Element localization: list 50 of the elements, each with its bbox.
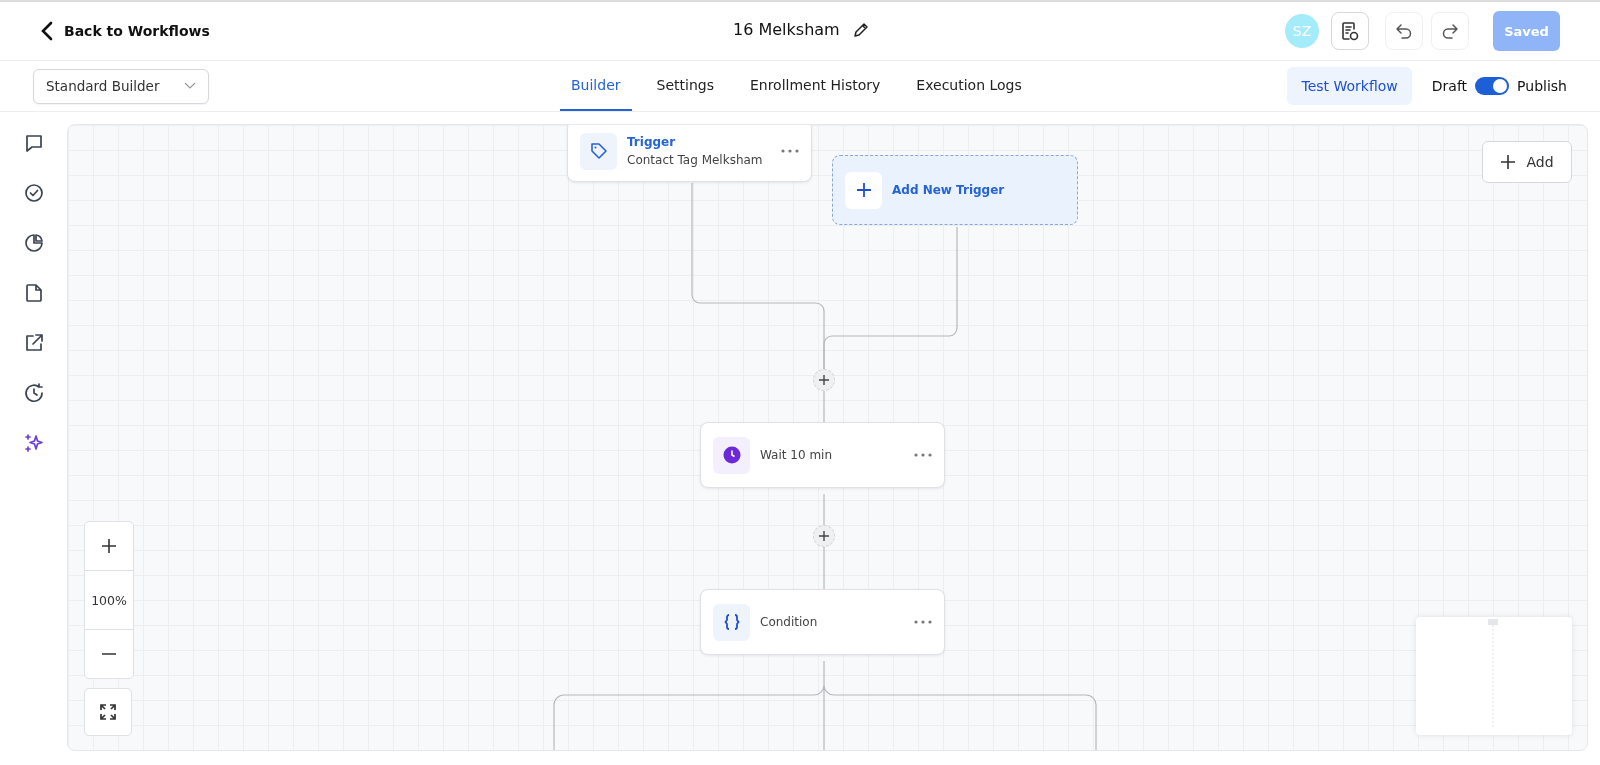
publish-label: Publish <box>1517 78 1567 94</box>
add-button[interactable]: Add <box>1482 141 1572 183</box>
connector-line <box>823 390 825 423</box>
pie-chart-icon[interactable] <box>22 232 45 254</box>
plus-icon <box>101 538 117 554</box>
fit-view-button[interactable] <box>84 688 132 736</box>
test-workflow-button[interactable]: Test Workflow <box>1287 67 1412 105</box>
more-icon[interactable] <box>781 149 799 153</box>
back-button[interactable]: Back to Workflows <box>40 21 210 41</box>
publish-toggle[interactable] <box>1475 77 1510 95</box>
expand-icon <box>98 702 118 722</box>
plus-icon <box>818 530 830 542</box>
redo-button[interactable] <box>1431 12 1469 50</box>
condition-card[interactable]: Condition <box>700 589 945 655</box>
node-title: Wait 10 min <box>760 448 834 462</box>
document-button[interactable] <box>1331 12 1369 50</box>
redo-icon <box>1440 21 1460 41</box>
tab[interactable]: Settings <box>645 61 725 111</box>
more-icon[interactable] <box>914 453 932 457</box>
plus-icon <box>855 182 872 198</box>
trigger-card[interactable]: Trigger Contact Tag Melksham <box>567 125 812 182</box>
zoom-level: 100% <box>85 570 133 630</box>
tag-icon <box>580 132 617 170</box>
add-step-button[interactable] <box>813 525 835 547</box>
wait-card[interactable]: Wait 10 min <box>700 422 945 488</box>
plus-icon <box>1500 154 1517 170</box>
workflow-title: 16 Melksham <box>733 20 840 39</box>
chevron-down-icon <box>184 82 196 90</box>
add-step-button[interactable] <box>813 369 835 391</box>
tab[interactable]: Execution Logs <box>905 61 1033 111</box>
undo-icon <box>1394 21 1414 41</box>
minus-icon <box>101 653 117 655</box>
draft-label: Draft <box>1431 78 1468 94</box>
tab[interactable]: Builder <box>560 61 632 111</box>
check-circle-icon[interactable] <box>22 182 45 204</box>
edit-icon[interactable] <box>851 20 870 39</box>
tab[interactable]: Enrollment History <box>738 61 892 111</box>
node-title: Trigger <box>627 135 677 149</box>
builder-select[interactable]: Standard Builder <box>33 68 209 104</box>
node-subtitle: Contact Tag Melksham <box>627 153 764 167</box>
clock-icon <box>713 436 750 474</box>
document-icon <box>1339 20 1361 42</box>
more-icon[interactable] <box>914 620 932 624</box>
history-icon[interactable] <box>22 382 45 404</box>
undo-button[interactable] <box>1385 12 1423 50</box>
braces-icon <box>713 603 750 641</box>
plus-icon <box>818 374 830 386</box>
add-new-trigger-button[interactable]: Add New Trigger <box>832 155 1078 225</box>
sparkle-icon[interactable] <box>22 432 45 454</box>
node-title: Condition <box>760 615 819 629</box>
